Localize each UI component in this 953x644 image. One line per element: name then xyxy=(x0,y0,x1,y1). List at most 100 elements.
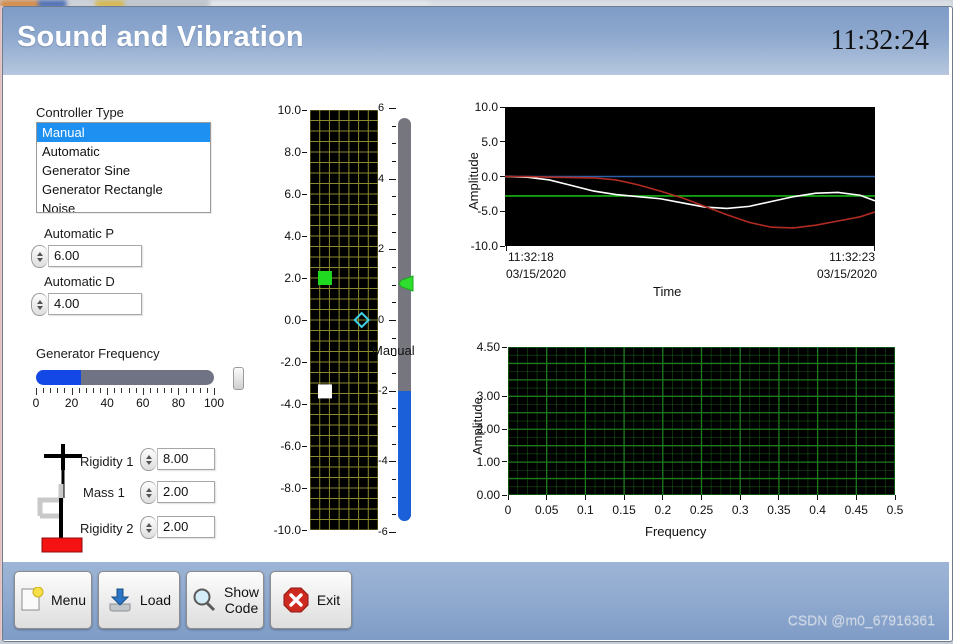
generator-frequency-slider-fill xyxy=(36,370,81,385)
rigidity-2-label: Rigidity 2 xyxy=(80,521,134,536)
frequency-spectrum-xtick-0.4: 0.4 xyxy=(809,503,826,517)
frequency-spectrum-plot-area[interactable] xyxy=(507,346,896,496)
page-icon xyxy=(21,587,44,611)
show-code-button[interactable]: Show Code xyxy=(186,571,264,629)
controller-type-listbox[interactable]: Manual Automatic Generator Sine Generato… xyxy=(36,122,211,213)
rigidity-1-spin-buttons[interactable] xyxy=(140,448,157,471)
show-code-line2: Code xyxy=(224,600,259,616)
position-strip-ytick-4.0: 4.0 xyxy=(284,229,301,243)
load-button[interactable]: Load xyxy=(98,571,180,629)
frequency-spectrum-xtick-0.35: 0.35 xyxy=(767,503,791,517)
menu-button-label: Menu xyxy=(50,592,87,608)
position-strip-ytick--6.0: -6.0 xyxy=(280,439,301,453)
position-strip-y-axis: 10.0 8.0 6.0 4.0 2.0 0.0 -2.0 -4.0 -6.0 -8.0 -10.0 xyxy=(263,102,307,538)
position-strip-ytick-6.0: 6.0 xyxy=(284,187,301,201)
manual-slider-label: Manual xyxy=(372,343,415,358)
frequency-spectrum-xtick-0.5: 0.5 xyxy=(886,503,904,517)
listbox-item-noise[interactable]: Noise xyxy=(37,199,210,212)
listbox-item-generator-sine[interactable]: Generator Sine xyxy=(37,161,210,180)
generator-frequency-slider-track[interactable] xyxy=(36,370,214,385)
mass-1-stepper[interactable]: 2.00 xyxy=(140,481,215,504)
rigidity-2-value[interactable]: 2.00 xyxy=(157,516,215,538)
menu-button[interactable]: Menu xyxy=(14,571,92,629)
automatic-d-stepper[interactable]: 4.00 xyxy=(31,293,142,316)
frequency-spectrum-xtick-0.25: 0.25 xyxy=(689,503,714,517)
page-title: Sound and Vibration xyxy=(17,21,304,53)
position-strip-ytick--4.0: -4.0 xyxy=(280,397,301,411)
automatic-d-spin-buttons[interactable] xyxy=(31,293,48,316)
position-strip-canvas xyxy=(309,109,379,531)
mass-1-label: Mass 1 xyxy=(83,485,125,500)
manual-slider-tick--6: -6 xyxy=(378,526,388,538)
rigidity-1-stepper[interactable]: 8.00 xyxy=(140,448,215,471)
manual-slider-thumb[interactable] xyxy=(396,275,414,292)
automatic-p-value[interactable]: 6.00 xyxy=(48,245,142,267)
automatic-p-stepper[interactable]: 6.00 xyxy=(31,245,142,268)
time-waveform-x-end-date: 03/15/2020 xyxy=(816,267,877,281)
position-strip-ytick--2.0: -2.0 xyxy=(280,355,301,369)
time-waveform-ytick--10.0: -10.0 xyxy=(470,239,498,253)
frequency-spectrum-xtick-0.05: 0.05 xyxy=(535,503,559,517)
time-waveform-y-axis-label: Amplitude xyxy=(466,152,481,210)
rigidity-1-value[interactable]: 8.00 xyxy=(157,448,215,470)
position-strip-plot-area[interactable] xyxy=(309,109,379,531)
automatic-d-value[interactable]: 4.00 xyxy=(48,293,142,315)
time-waveform-ytick-10.0: 10.0 xyxy=(474,100,498,114)
stop-x-icon xyxy=(283,587,309,613)
time-waveform-canvas xyxy=(504,175,876,229)
time-waveform-x-start-date: 03/15/2020 xyxy=(506,267,567,281)
generator-frequency-tick-labels: 0 20 40 60 80 100 xyxy=(30,396,225,412)
time-waveform-x-start-time: 11:32:18 xyxy=(508,250,554,264)
manual-slider-tick-6: 6 xyxy=(378,102,385,114)
frequency-tick-0: 0 xyxy=(32,396,40,410)
controller-type-label: Controller Type xyxy=(36,105,124,120)
frequency-spectrum-ytick-0.00: 0.00 xyxy=(476,488,500,502)
exit-button[interactable]: Exit xyxy=(270,571,352,629)
position-strip-ytick--10.0: -10.0 xyxy=(273,523,301,537)
mass-1-value[interactable]: 2.00 xyxy=(157,481,215,503)
rigidity-2-spin-buttons[interactable] xyxy=(140,516,157,539)
time-waveform-x-axis-label: Time xyxy=(653,284,682,299)
frequency-spectrum-ytick-1.00: 1.00 xyxy=(476,454,500,469)
mass-1-spin-buttons[interactable] xyxy=(140,481,157,504)
frequency-spectrum-canvas xyxy=(507,346,896,496)
position-strip-ytick-2.0: 2.0 xyxy=(284,271,301,285)
load-disk-icon xyxy=(109,588,131,612)
rigidity-1-label: Rigidity 1 xyxy=(80,454,134,469)
position-strip-ytick-10.0: 10.0 xyxy=(277,103,301,117)
position-strip-ytick-8.0: 8.0 xyxy=(284,145,301,159)
frequency-spectrum-xtick-0.2: 0.2 xyxy=(654,503,672,517)
frequency-spectrum-xtick-0.45: 0.45 xyxy=(844,503,868,517)
frequency-spectrum-xtick-0.15: 0.15 xyxy=(612,503,636,517)
generator-frequency-slider-thumb[interactable] xyxy=(233,367,245,390)
frequency-tick-60: 60 xyxy=(136,396,150,410)
frequency-tick-100: 100 xyxy=(203,396,225,410)
generator-frequency-tickmarks xyxy=(36,388,215,396)
rigidity-2-stepper[interactable]: 2.00 xyxy=(140,516,215,539)
app-window: Sound and Vibration 11:32:24 Controller … xyxy=(0,0,953,644)
clock-display: 11:32:24 xyxy=(830,25,929,56)
generator-frequency-label: Generator Frequency xyxy=(36,346,160,361)
manual-slider-tick-2: 2 xyxy=(378,243,385,256)
automatic-d-label: Automatic D xyxy=(44,274,115,289)
manual-slider-scale: 6 4 2 0 -2 -4 -6 xyxy=(378,102,396,538)
watermark: CSDN @m0_67916361 xyxy=(787,612,935,628)
automatic-p-spin-buttons[interactable] xyxy=(31,245,48,268)
frequency-tick-40: 40 xyxy=(100,396,114,410)
manual-slider-tick-4: 4 xyxy=(378,172,385,185)
position-strip-ytick--8.0: -8.0 xyxy=(280,481,301,495)
manual-slider-tick--4: -4 xyxy=(378,455,388,468)
time-waveform-x-end-time: 11:32:23 xyxy=(829,250,875,264)
frequency-spectrum-xtick-0.3: 0.3 xyxy=(731,503,749,517)
exit-button-label: Exit xyxy=(316,592,341,608)
time-waveform-ytick-5.0: 5.0 xyxy=(481,134,498,149)
time-waveform-plot-area[interactable] xyxy=(504,107,876,246)
listbox-item-manual[interactable]: Manual xyxy=(37,123,210,142)
frequency-spectrum-ytick-4.50: 4.50 xyxy=(476,340,500,354)
listbox-item-generator-rectangle[interactable]: Generator Rectangle xyxy=(37,180,210,199)
listbox-item-automatic[interactable]: Automatic xyxy=(37,142,210,161)
position-strip-ytick-0.0: 0.0 xyxy=(284,313,301,327)
show-code-button-label: Show Code xyxy=(224,584,259,616)
manual-slider-tick-0: 0 xyxy=(378,314,385,326)
frequency-spectrum-x-axis-label: Frequency xyxy=(645,524,707,539)
